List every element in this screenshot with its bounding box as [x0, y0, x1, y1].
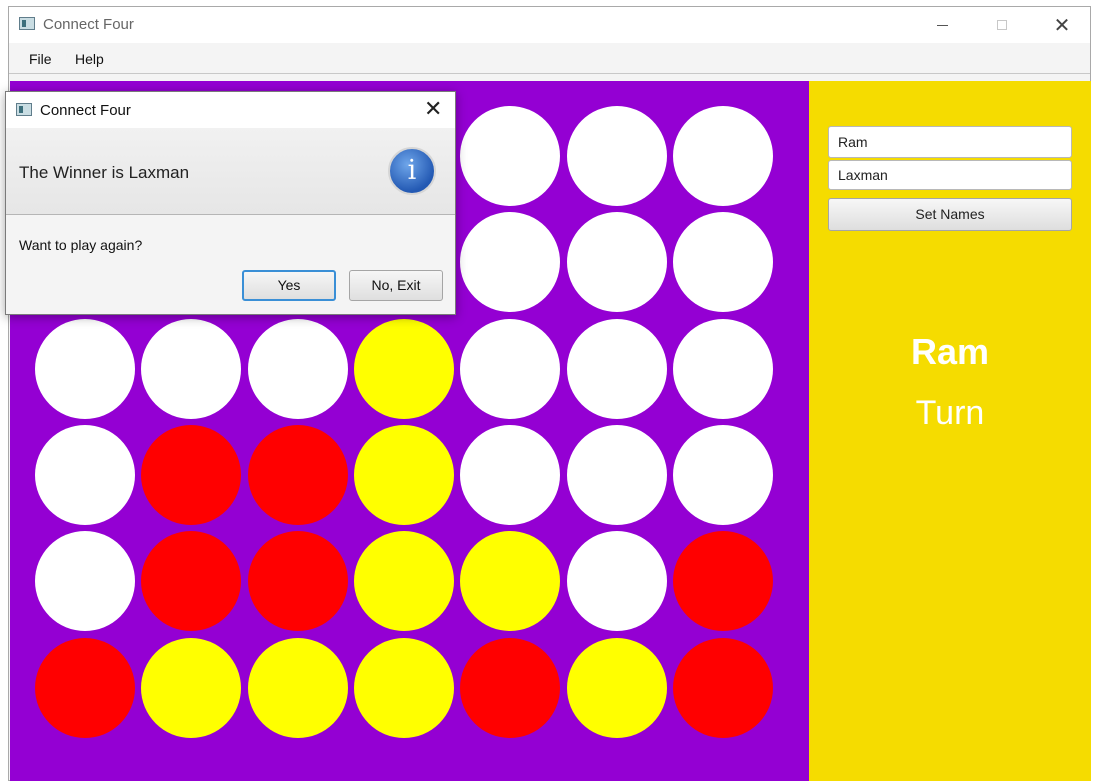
maximize-button[interactable] [979, 7, 1025, 43]
dialog-app-icon [16, 103, 32, 116]
close-icon: ✕ [1053, 14, 1071, 37]
player-two-name-input[interactable] [828, 160, 1072, 190]
disc-empty-r3c3[interactable] [247, 318, 348, 419]
dialog-header: The Winner is Laxman i [6, 128, 455, 215]
disc-empty-r4c1[interactable] [35, 424, 135, 525]
disc-empty-r3c5[interactable] [460, 318, 561, 419]
disc-red-r4c3[interactable] [247, 424, 348, 525]
winner-dialog: Connect Four ✕ The Winner is Laxman i Wa… [5, 91, 456, 315]
maximize-icon [997, 20, 1007, 30]
set-names-button[interactable]: Set Names [828, 198, 1072, 231]
disc-empty-r3c7[interactable] [672, 318, 773, 419]
disc-empty-r5c1[interactable] [35, 531, 135, 632]
player-one-name-input[interactable] [828, 126, 1072, 158]
disc-red-r6c1[interactable] [35, 637, 135, 738]
disc-yellow-r6c6[interactable] [566, 637, 667, 738]
disc-empty-r2c5[interactable] [460, 212, 561, 313]
disc-red-r5c2[interactable] [141, 531, 242, 632]
disc-empty-r1c5[interactable] [460, 106, 561, 206]
disc-red-r5c7[interactable] [672, 531, 773, 632]
disc-red-r6c5[interactable] [460, 637, 561, 738]
disc-empty-r3c6[interactable] [566, 318, 667, 419]
window-title: Connect Four [43, 16, 134, 33]
title-bar: Connect Four ✕ [9, 7, 1090, 43]
disc-red-r4c2[interactable] [141, 424, 242, 525]
disc-empty-r5c6[interactable] [566, 531, 667, 632]
menu-bar: File Help [9, 43, 1090, 74]
disc-red-r6c7[interactable] [672, 637, 773, 738]
close-button[interactable]: ✕ [1039, 7, 1085, 43]
current-player-name: Ram [910, 331, 990, 372]
disc-yellow-r6c4[interactable] [353, 637, 454, 738]
disc-yellow-r6c3[interactable] [247, 637, 348, 738]
side-panel: Set Names Ram Turn [809, 81, 1091, 781]
information-icon: i [388, 147, 436, 195]
disc-empty-r4c6[interactable] [566, 424, 667, 525]
disc-empty-r1c7[interactable] [672, 106, 773, 206]
disc-empty-r4c7[interactable] [672, 424, 773, 525]
disc-empty-r4c5[interactable] [460, 424, 561, 525]
disc-empty-r2c6[interactable] [566, 212, 667, 313]
disc-yellow-r5c4[interactable] [353, 531, 454, 632]
disc-empty-r2c7[interactable] [672, 212, 773, 313]
minimize-button[interactable] [919, 7, 965, 43]
disc-empty-r3c2[interactable] [141, 318, 242, 419]
disc-yellow-r4c4[interactable] [353, 424, 454, 525]
disc-empty-r1c6[interactable] [566, 106, 667, 206]
play-again-question: Want to play again? [19, 237, 143, 253]
disc-empty-r3c1[interactable] [35, 318, 135, 419]
disc-red-r5c3[interactable] [247, 531, 348, 632]
disc-yellow-r5c5[interactable] [460, 531, 561, 632]
menu-file[interactable]: File [29, 51, 52, 67]
dialog-title: Connect Four [40, 102, 131, 119]
no-exit-button[interactable]: No, Exit [349, 270, 443, 301]
disc-yellow-r6c2[interactable] [141, 637, 242, 738]
winner-message: The Winner is Laxman [19, 163, 190, 182]
minimize-icon [936, 25, 948, 26]
disc-yellow-r3c4[interactable] [353, 318, 454, 419]
dialog-close-icon[interactable]: ✕ [424, 96, 442, 122]
turn-label: Turn [915, 394, 985, 432]
yes-button[interactable]: Yes [242, 270, 336, 301]
menu-help[interactable]: Help [75, 51, 104, 67]
app-icon [19, 17, 35, 30]
dialog-title-bar: Connect Four ✕ [6, 92, 455, 128]
